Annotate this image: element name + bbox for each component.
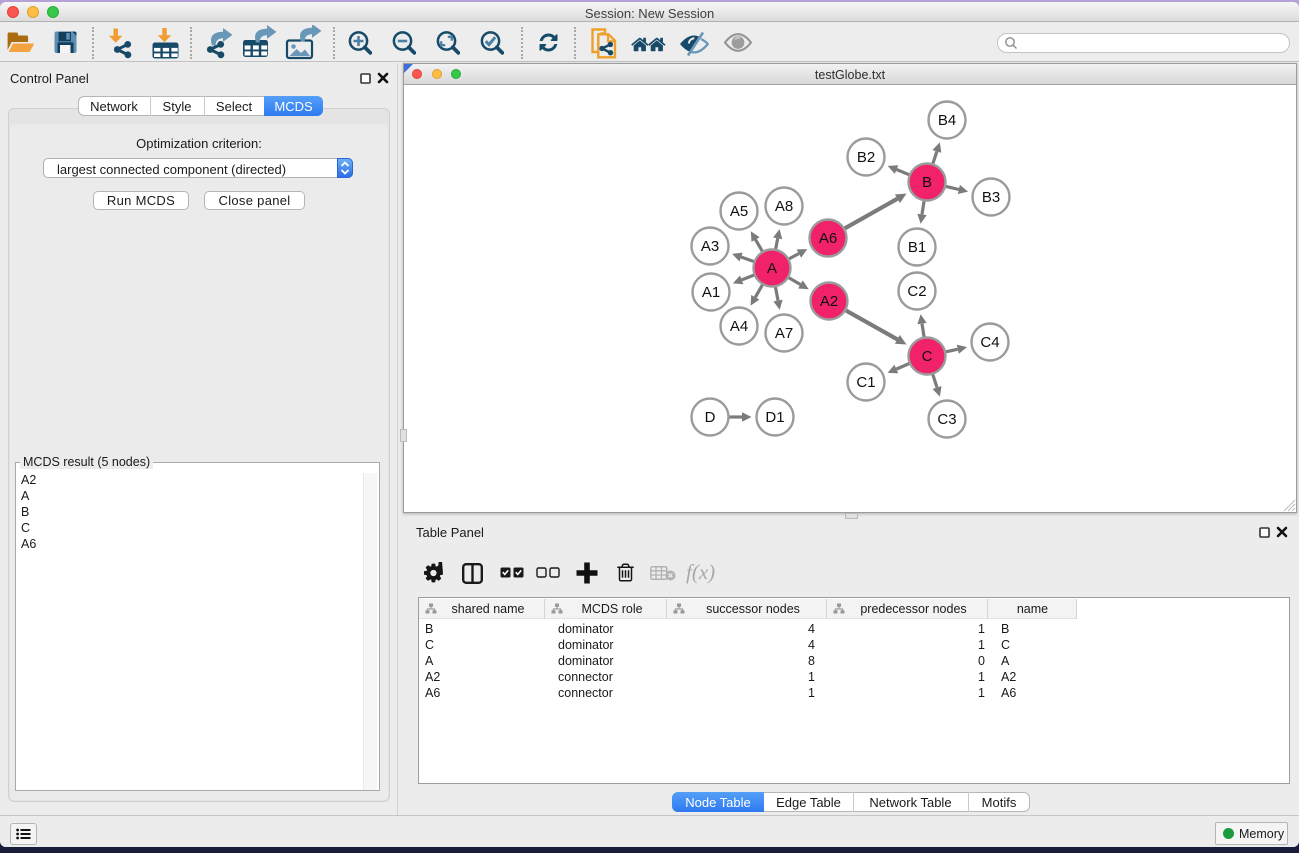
svg-text:A5: A5 <box>730 203 748 220</box>
svg-text:B2: B2 <box>857 149 875 166</box>
svg-text:A7: A7 <box>775 325 793 342</box>
svg-text:C2: C2 <box>907 283 926 300</box>
svg-text:A2: A2 <box>820 293 838 310</box>
svg-text:A8: A8 <box>775 198 793 215</box>
svg-text:A4: A4 <box>730 318 748 335</box>
svg-text:B4: B4 <box>938 112 956 129</box>
svg-text:C: C <box>922 348 933 365</box>
svg-text:B3: B3 <box>982 189 1000 206</box>
svg-text:A1: A1 <box>702 284 720 301</box>
svg-text:D1: D1 <box>765 409 784 426</box>
svg-text:A: A <box>767 260 777 277</box>
svg-text:D: D <box>705 409 716 426</box>
svg-text:B: B <box>922 174 932 191</box>
svg-text:B1: B1 <box>908 239 926 256</box>
svg-text:A6: A6 <box>819 230 837 247</box>
svg-text:A3: A3 <box>701 238 719 255</box>
svg-text:C3: C3 <box>937 411 956 428</box>
svg-text:C1: C1 <box>856 374 875 391</box>
svg-text:C4: C4 <box>980 334 999 351</box>
